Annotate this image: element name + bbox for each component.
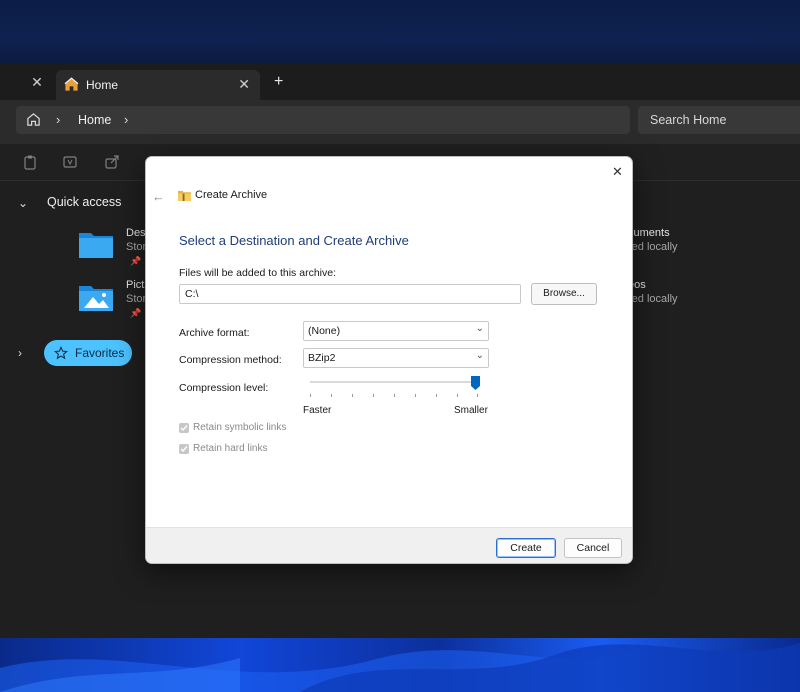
list-item-sub: red locally (628, 293, 678, 305)
dialog-footer: Create Cancel (146, 527, 632, 563)
close-icon[interactable]: ✕ (612, 164, 623, 180)
list-item-sub: Stor (126, 293, 147, 305)
cancel-button[interactable]: Cancel (564, 538, 622, 558)
checkmark-icon (180, 446, 188, 453)
chevron-right-icon[interactable]: › (124, 112, 128, 127)
slider-thumb[interactable] (471, 376, 480, 390)
list-item-sub: red locally (628, 241, 678, 253)
pin-icon: 📌 (130, 308, 142, 318)
desktop-wallpaper-top (0, 0, 800, 64)
share-icon[interactable] (104, 154, 120, 170)
list-item-sub: Stor (126, 241, 147, 253)
favorites-button[interactable]: Favorites (44, 340, 132, 366)
search-placeholder: Search Home (650, 113, 727, 127)
retain-symlinks-label: Retain symbolic links (193, 422, 287, 433)
create-archive-dialog: ✕ ← Create Archive Select a Destination … (145, 156, 633, 564)
retain-hardlinks-label: Retain hard links (193, 443, 268, 454)
archive-format-select[interactable]: (None) ⌄ (303, 321, 489, 341)
slider-tick (415, 394, 416, 397)
cancel-button-label: Cancel (576, 542, 610, 554)
chevron-right-icon[interactable]: › (18, 346, 22, 360)
tab-label: Home (86, 78, 119, 92)
files-label: Files will be added to this archive: (179, 267, 336, 279)
slider-tick (352, 394, 353, 397)
home-icon[interactable] (26, 112, 41, 127)
slider-tick (394, 394, 395, 397)
pin-icon: 📌 (130, 256, 142, 266)
archive-path-input[interactable]: C:\ (179, 284, 521, 304)
slider-tick (436, 394, 437, 397)
clipboard-icon[interactable] (22, 154, 38, 170)
pictures-folder-icon[interactable] (78, 282, 114, 312)
back-arrow-icon[interactable]: ← (152, 189, 165, 204)
chevron-down-icon: ⌄ (475, 323, 484, 334)
retain-symlinks-checkbox[interactable] (179, 423, 189, 433)
dialog-title: Create Archive (195, 189, 268, 201)
slider-tick (310, 394, 311, 397)
address-bar-row: › Home › Search Home (0, 100, 800, 144)
address-bar[interactable]: › Home › (16, 106, 630, 134)
breadcrumb[interactable]: Home (78, 113, 111, 127)
create-button-label: Create (510, 542, 542, 554)
compression-level-label: Compression level: (179, 382, 269, 394)
archive-path-value: C:\ (185, 288, 199, 300)
star-icon (54, 346, 68, 360)
list-item[interactable]: cuments (628, 227, 670, 239)
favorites-label: Favorites (75, 346, 125, 360)
close-icon[interactable]: ✕ (30, 75, 44, 89)
compression-method-value: BZip2 (308, 352, 336, 364)
chevron-down-icon: ⌄ (475, 350, 484, 361)
quick-access-header[interactable]: Quick access (47, 195, 121, 209)
archive-folder-icon (178, 190, 191, 201)
search-input[interactable]: Search Home (638, 106, 800, 134)
slider-tick (373, 394, 374, 397)
chevron-down-icon[interactable]: ⌄ (18, 196, 28, 210)
create-button[interactable]: Create (496, 538, 556, 558)
slider-tick (331, 394, 332, 397)
retain-hardlinks-checkbox[interactable] (179, 444, 189, 454)
faster-label: Faster (303, 405, 332, 416)
new-tab-button[interactable]: + (274, 73, 283, 91)
chevron-right-icon[interactable]: › (56, 112, 60, 127)
archive-format-label: Archive format: (179, 327, 250, 339)
browse-button[interactable]: Browse... (531, 283, 597, 305)
rename-icon[interactable] (62, 154, 78, 170)
home-icon (64, 77, 79, 91)
tab-home[interactable]: Home ✕ (56, 70, 260, 100)
browse-button-label: Browse... (543, 288, 585, 299)
smaller-label: Smaller (454, 405, 488, 416)
tab-bar: ✕ Home ✕ + (0, 64, 800, 100)
slider-tick (477, 394, 478, 397)
desktop-wallpaper-bottom (0, 638, 800, 692)
compression-method-select[interactable]: BZip2 ⌄ (303, 348, 489, 368)
compression-level-slider[interactable] (310, 381, 478, 383)
checkmark-icon (180, 425, 188, 432)
archive-format-value: (None) (308, 325, 341, 337)
dialog-heading: Select a Destination and Create Archive (179, 233, 409, 248)
close-tab-icon[interactable]: ✕ (238, 76, 250, 93)
slider-tick (457, 394, 458, 397)
compression-method-label: Compression method: (179, 354, 282, 366)
desktop-folder-icon[interactable] (78, 229, 114, 259)
